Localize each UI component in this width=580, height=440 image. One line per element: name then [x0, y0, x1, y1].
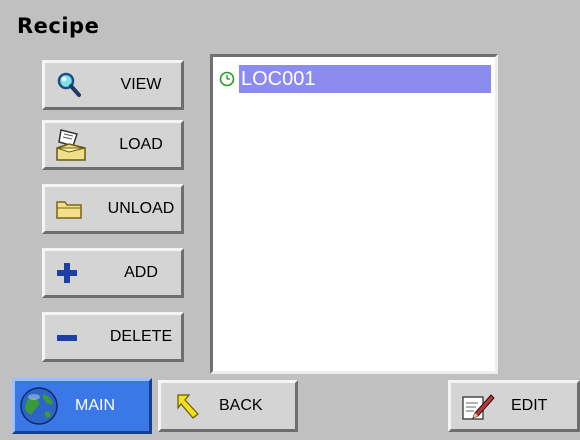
minus-icon: [55, 325, 79, 349]
page-title: Recipe: [17, 14, 100, 38]
unload-button-label: UNLOAD: [107, 200, 175, 217]
load-button-label: LOAD: [119, 136, 163, 153]
back-arrow-icon: [175, 392, 201, 420]
delete-button[interactable]: DELETE: [42, 312, 184, 362]
view-button-label: VIEW: [120, 76, 162, 93]
back-button[interactable]: BACK: [158, 380, 298, 432]
plus-icon: [55, 261, 79, 285]
load-document-icon: [55, 128, 87, 162]
edit-button[interactable]: EDIT: [448, 380, 580, 432]
folder-icon: [55, 198, 83, 220]
add-button[interactable]: ADD: [42, 248, 184, 298]
globe-icon: [19, 386, 59, 426]
unload-button[interactable]: UNLOAD: [42, 184, 184, 234]
view-button[interactable]: VIEW: [42, 60, 184, 110]
load-button[interactable]: LOAD: [42, 120, 184, 170]
magnifier-icon: [55, 71, 83, 99]
edit-button-label: EDIT: [511, 397, 548, 414]
main-button-label: MAIN: [75, 397, 115, 414]
main-button[interactable]: MAIN: [12, 378, 152, 434]
list-item[interactable]: LOC001: [219, 65, 491, 93]
delete-button-label: DELETE: [109, 328, 173, 345]
list-item-label: LOC001: [239, 65, 491, 93]
edit-icon: [461, 391, 495, 421]
add-button-label: ADD: [124, 264, 158, 281]
back-button-label: BACK: [219, 397, 263, 414]
recipe-list[interactable]: LOC001: [210, 54, 498, 374]
clock-icon: [219, 71, 235, 87]
